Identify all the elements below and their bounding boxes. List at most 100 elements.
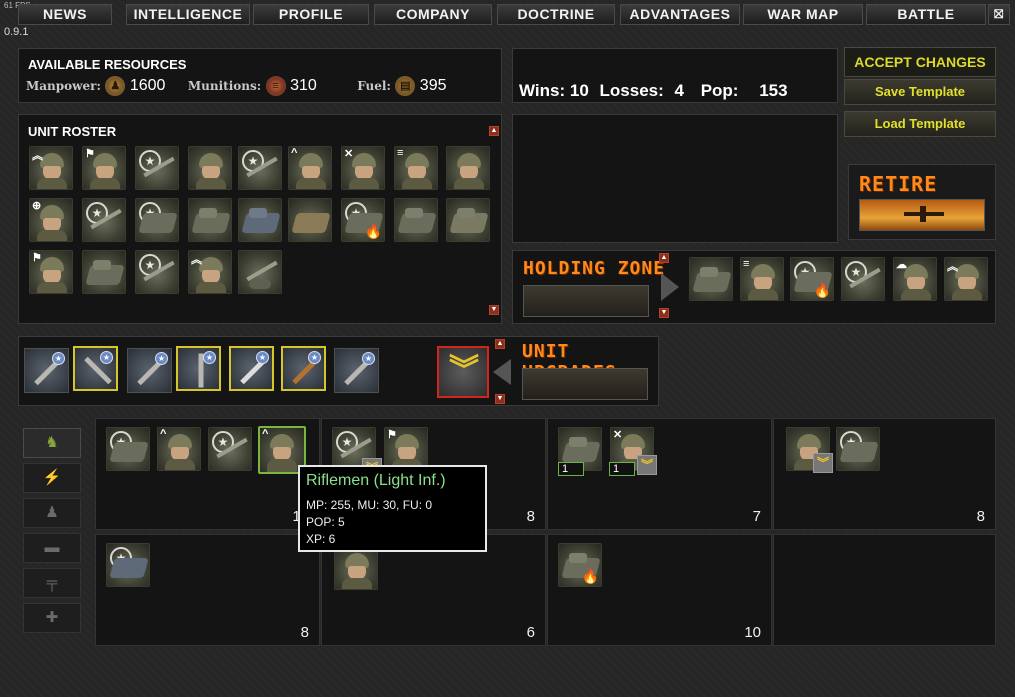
- plane-icon: [859, 199, 985, 231]
- manpower-label: Manpower:: [26, 79, 101, 94]
- holding-unit[interactable]: ★🔥: [790, 257, 834, 301]
- upgrades-scroll-down[interactable]: ▼: [495, 394, 505, 404]
- bazooka-upgrade-icon[interactable]: ★: [127, 348, 172, 393]
- arrow-right-icon: [661, 273, 679, 301]
- roster-unit[interactable]: ⊕: [29, 198, 73, 242]
- roster-unit[interactable]: ⚑: [82, 146, 126, 190]
- quantity-badge: 1: [609, 462, 635, 476]
- company-unit[interactable]: ★: [836, 427, 880, 471]
- nav-war-map[interactable]: WAR MAP: [743, 4, 863, 25]
- munitions-icon: ≡: [265, 76, 286, 96]
- roster-unit[interactable]: [238, 250, 282, 294]
- pop-label: Pop:: [700, 81, 739, 100]
- medkit-upgrade-icon[interactable]: ★: [229, 346, 274, 391]
- slot-count: 8: [300, 624, 309, 641]
- nav-advantages[interactable]: ADVANTAGES: [620, 4, 740, 25]
- roster-unit[interactable]: ★: [238, 146, 282, 190]
- infantry-icon[interactable]: ♞: [23, 428, 81, 458]
- tank-icon[interactable]: ▬: [23, 533, 81, 563]
- holding-unit[interactable]: [689, 257, 733, 301]
- exit-icon[interactable]: ⛝: [988, 4, 1010, 25]
- retire-unit-button[interactable]: RETIRE UNIT: [848, 164, 996, 240]
- holding-zone-image: [523, 285, 649, 317]
- company-unit[interactable]: 🔥: [558, 543, 602, 587]
- resources-panel: AVAILABLE RESOURCES Manpower: ♟ 1600 Mun…: [18, 48, 502, 103]
- nav-profile[interactable]: PROFILE: [253, 4, 369, 25]
- holding-scroll-down[interactable]: ▼: [659, 308, 669, 318]
- company-unit[interactable]: ★: [106, 427, 150, 471]
- grenade-upgrade-icon[interactable]: ★: [73, 346, 118, 391]
- version-label: 0.9.1: [4, 26, 29, 38]
- roster-unit[interactable]: ✕: [341, 146, 385, 190]
- roster-unit[interactable]: ★: [135, 250, 179, 294]
- pop-value: 153: [759, 81, 788, 100]
- company-unit[interactable]: [334, 546, 378, 590]
- roster-scroll-up[interactable]: ▲: [489, 126, 499, 136]
- wins-label: Wins:: [519, 81, 566, 100]
- artillery-icon[interactable]: ╤: [23, 568, 81, 598]
- nav-doctrine[interactable]: DOCTRINE: [497, 4, 615, 25]
- roster-scroll-down[interactable]: ▼: [489, 305, 499, 315]
- sergeant-rank-icon[interactable]: ︾: [437, 346, 489, 398]
- slot-count: 6: [526, 624, 535, 641]
- tooltip-pop: POP: 5: [306, 515, 345, 529]
- slot-count: 8: [976, 508, 985, 525]
- rifle-upgrade-icon[interactable]: ★: [24, 348, 69, 393]
- holding-unit[interactable]: ≡: [740, 257, 784, 301]
- roster-unit[interactable]: ≡: [394, 146, 438, 190]
- roster-unit[interactable]: ★🔥: [341, 198, 385, 242]
- roster-unit[interactable]: [446, 198, 490, 242]
- tooltip-xp: XP: 6: [306, 532, 336, 546]
- fuel-label: Fuel:: [357, 79, 391, 94]
- roster-unit[interactable]: [82, 250, 126, 294]
- roster-unit[interactable]: ★: [135, 146, 179, 190]
- holding-unit[interactable]: ★: [841, 257, 885, 301]
- nav-intelligence[interactable]: INTELLIGENCE: [126, 4, 250, 25]
- company-slot-8[interactable]: [773, 534, 996, 646]
- unit-upgrades-image: [522, 368, 648, 400]
- load-template-button[interactable]: Load Template: [844, 111, 996, 137]
- nav-news[interactable]: NEWS: [18, 4, 112, 25]
- unit-detail-panel: [512, 114, 838, 243]
- lightning-icon[interactable]: ⚡: [23, 463, 81, 493]
- roster-unit[interactable]: ^: [288, 146, 332, 190]
- roster-unit[interactable]: [446, 146, 490, 190]
- quantity-badge: 1: [558, 462, 584, 476]
- slot-count: 7: [752, 508, 761, 525]
- roster-unit[interactable]: ★: [135, 198, 179, 242]
- roster-unit[interactable]: [188, 198, 232, 242]
- upgrades-scroll-up[interactable]: ▲: [495, 339, 505, 349]
- losses-value: 4: [674, 81, 684, 100]
- tooltip-title: Riflemen (Light Inf.): [306, 472, 446, 489]
- roster-unit[interactable]: ︽: [188, 250, 232, 294]
- nav-battle[interactable]: BATTLE: [866, 4, 986, 25]
- holding-unit[interactable]: ︽: [944, 257, 988, 301]
- roster-unit[interactable]: ★: [82, 198, 126, 242]
- launcher-upgrade-icon[interactable]: ★: [334, 348, 379, 393]
- roster-unit[interactable]: [188, 146, 232, 190]
- munitions-label: Munitions:: [187, 79, 262, 94]
- losses-label: Losses:: [599, 81, 664, 100]
- roster-unit[interactable]: ⚑: [29, 250, 73, 294]
- weapon-upgrade-icon[interactable]: ★: [281, 346, 326, 391]
- save-template-button[interactable]: Save Template: [844, 79, 996, 105]
- holding-scroll-up[interactable]: ▲: [659, 253, 669, 263]
- record-row: Wins: 10 Losses: 4 Pop: 153: [519, 81, 788, 101]
- roster-unit[interactable]: [394, 198, 438, 242]
- accept-changes-button[interactable]: ACCEPT CHANGES: [844, 47, 996, 77]
- soldier-upgrade-icon[interactable]: ★: [176, 346, 221, 391]
- roster-unit[interactable]: [288, 198, 332, 242]
- roster-unit[interactable]: ︽: [29, 146, 73, 190]
- medic-icon[interactable]: ✚: [23, 603, 81, 633]
- holding-unit[interactable]: ☁: [893, 257, 937, 301]
- nav-company[interactable]: COMPANY: [374, 4, 492, 25]
- roster-unit[interactable]: [238, 198, 282, 242]
- slot-count: 8: [526, 508, 535, 525]
- soldier-icon[interactable]: ♟: [23, 498, 81, 528]
- company-unit[interactable]: ★: [106, 543, 150, 587]
- rank-chevron-icon: ︾: [637, 455, 657, 475]
- company-unit[interactable]: ^: [157, 427, 201, 471]
- unit-tooltip: Riflemen (Light Inf.) MP: 255, MU: 30, F…: [298, 465, 487, 552]
- company-unit[interactable]: ★: [208, 427, 252, 471]
- fuel-value: 395: [419, 77, 447, 95]
